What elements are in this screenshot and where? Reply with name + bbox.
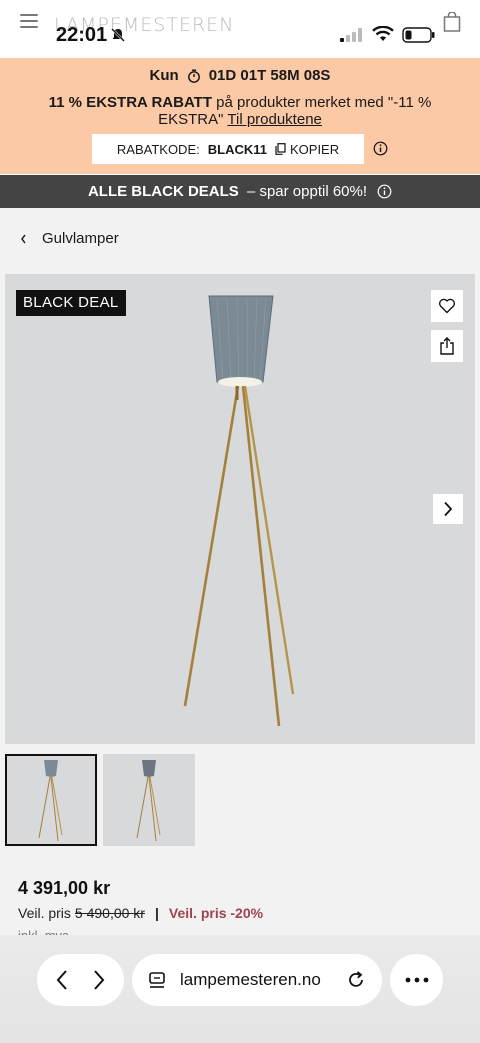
more-dots-icon: [405, 977, 428, 983]
veil-label: Veil. pris: [18, 905, 71, 921]
thumbnail-1[interactable]: [5, 754, 97, 846]
browser-toolbar: lampemesteren.no: [0, 935, 480, 1043]
product-price: 4 391,00 kr: [18, 878, 111, 898]
share-button[interactable]: [431, 330, 463, 362]
heart-icon: [438, 298, 456, 314]
info-icon[interactable]: [373, 141, 388, 156]
hamburger-menu-icon[interactable]: [20, 14, 38, 28]
breadcrumb-label: Gulvlamper: [42, 230, 119, 247]
countdown: Kun 01D 01T 58M 08S: [0, 67, 480, 84]
top-bar: LAMPEMESTEREN 22:01: [0, 0, 480, 58]
next-image-button[interactable]: [433, 494, 463, 524]
veil-separator: |: [154, 905, 159, 921]
copy-icon: [275, 143, 286, 155]
black-deal-badge: BLACK DEAL: [16, 290, 126, 316]
copy-button[interactable]: KOPIER: [275, 142, 339, 157]
promo-headline-bold: 11 % EKSTRA RABATT: [48, 94, 213, 111]
timer-icon: [187, 69, 200, 83]
promo-banner: Kun 01D 01T 58M 08S 11 % EKSTRA RABATT p…: [0, 58, 480, 174]
reload-icon[interactable]: [346, 970, 366, 990]
recommended-price: Veil. pris 5 490,00 kr | Veil. pris -20%: [18, 905, 263, 921]
chevron-right-icon: [444, 501, 453, 517]
more-button[interactable]: [390, 954, 443, 1006]
thumbnail-2[interactable]: [103, 754, 195, 846]
countdown-prefix: Kun: [149, 67, 179, 84]
url-text[interactable]: lampemesteren.no: [180, 970, 332, 990]
tabs-icon[interactable]: [148, 971, 166, 989]
share-icon: [440, 337, 454, 355]
signal-icon: [340, 28, 362, 42]
deals-bold: ALLE BLACK DEALS: [87, 183, 239, 200]
battery-icon: [402, 27, 435, 43]
code-label: RABATKODE:: [116, 141, 200, 157]
wifi-icon: [372, 26, 394, 41]
floor-lamp-image: [183, 295, 295, 727]
countdown-timer: 01D 01T 58M 08S: [208, 67, 331, 84]
bell-muted-icon: [111, 28, 125, 42]
favorite-button[interactable]: [431, 290, 463, 322]
product-gallery[interactable]: BLACK DEAL: [5, 274, 475, 744]
veil-old-price: 5 490,00 kr: [74, 905, 145, 921]
code-value: BLACK11: [207, 141, 267, 157]
thumbnail-lamp-image: [38, 760, 63, 842]
promo-headline: 11 % EKSTRA RABATT på produkter merket m…: [22, 94, 458, 128]
deals-info-icon[interactable]: [377, 184, 392, 199]
copy-label: KOPIER: [289, 141, 340, 157]
veil-discount: Veil. pris -20%: [168, 905, 264, 921]
chevron-left-icon: [21, 234, 26, 243]
thumbnail-strip: [5, 754, 195, 846]
deals-rest: – spar opptil 60%!: [242, 183, 368, 200]
black-deals-bar[interactable]: ALLE BLACK DEALS – spar opptil 60%!: [0, 175, 480, 208]
url-bar[interactable]: lampemesteren.no: [132, 954, 382, 1006]
browser-nav-pill: [37, 954, 124, 1006]
breadcrumb[interactable]: Gulvlamper: [20, 230, 119, 247]
status-time: 22:01: [56, 24, 108, 46]
promo-link[interactable]: Til produktene: [227, 111, 322, 128]
shopping-bag-icon[interactable]: [443, 12, 461, 32]
discount-code-box: RABATKODE: BLACK11 KOPIER: [92, 134, 364, 164]
back-arrow-icon[interactable]: [55, 969, 69, 991]
product-area: Gulvlamper BLACK DEAL 4 391,00 kr Veil. …: [0, 208, 480, 1030]
forward-arrow-icon[interactable]: [92, 969, 106, 991]
thumbnail-lamp-image: [136, 760, 161, 842]
